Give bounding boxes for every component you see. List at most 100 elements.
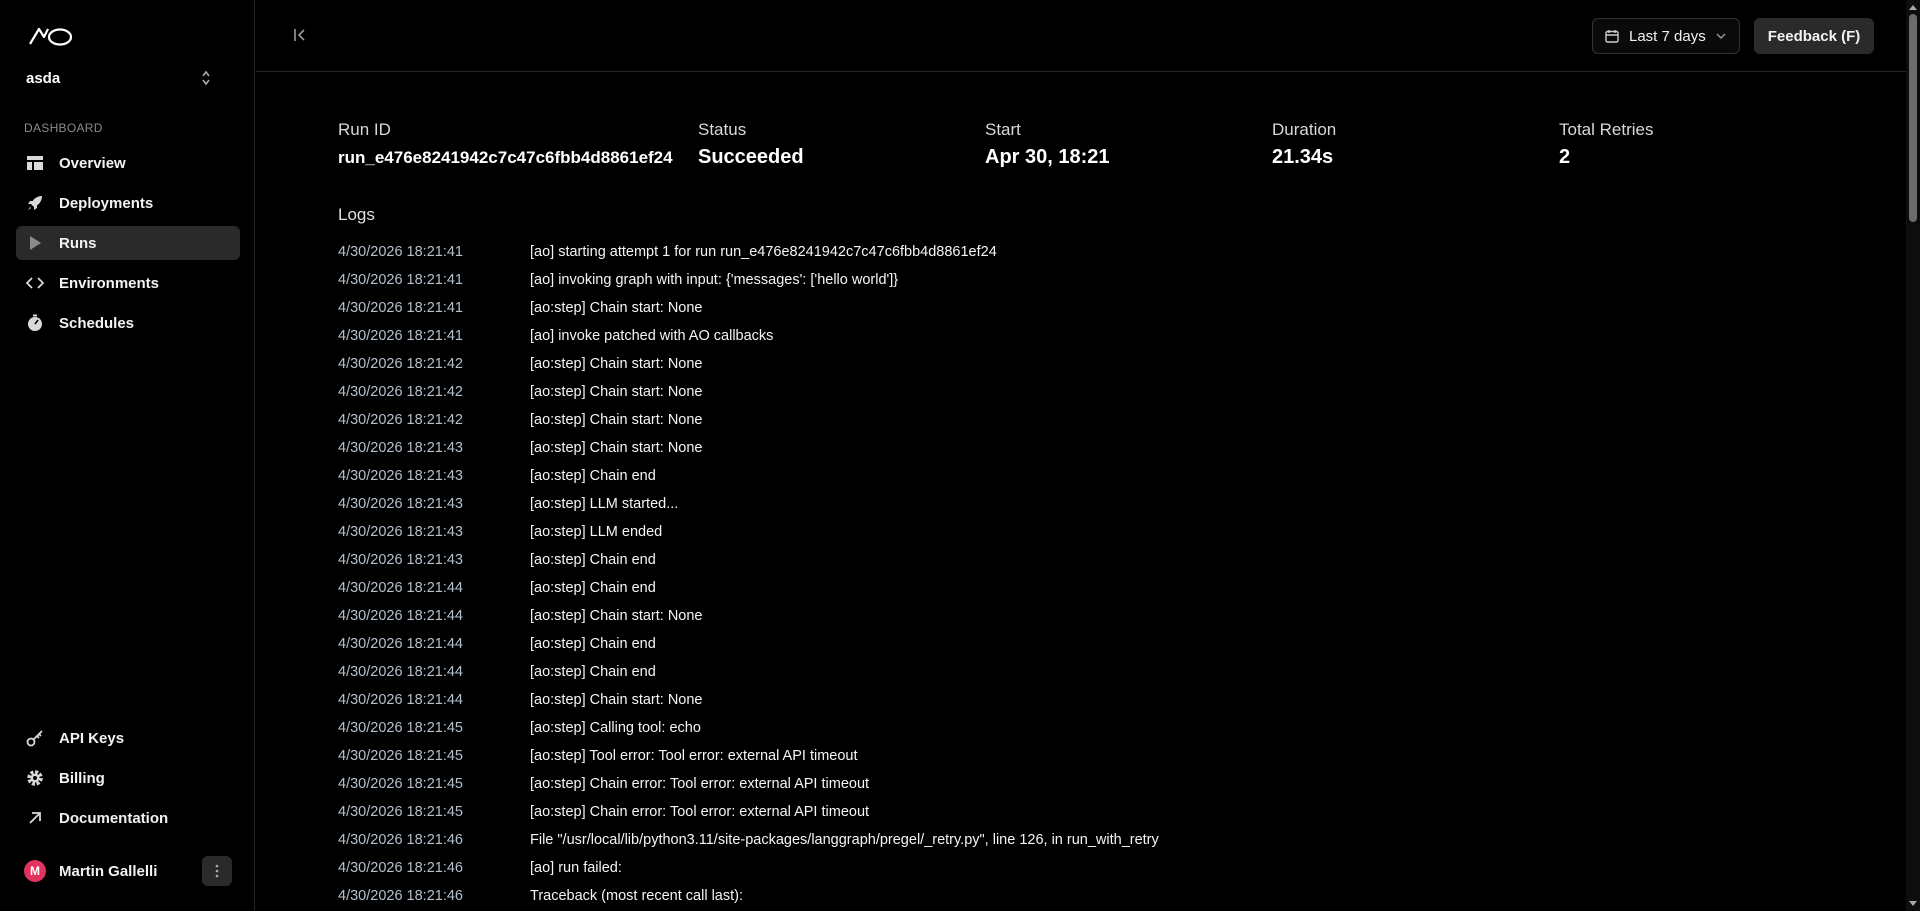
log-message: [ao:step] Chain start: None: [530, 692, 703, 708]
retries-label: Total Retries: [1559, 120, 1654, 139]
log-message: [ao:step] LLM ended: [530, 524, 663, 540]
log-timestamp: 4/30/2026 18:21:46: [338, 832, 463, 848]
log-timestamp: 4/30/2026 18:21:44: [338, 580, 463, 596]
sidebar-item-billing[interactable]: Billing: [16, 761, 240, 795]
log-row: 4/30/2026 18:21:46 [ao] run failed:: [338, 854, 1838, 882]
log-timestamp: 4/30/2026 18:21:41: [338, 272, 463, 288]
code-icon: [26, 274, 44, 292]
run-summary: Run ID run_e476e8241942c7c47c6fbb4d8861e…: [338, 120, 1898, 176]
log-list: 4/30/2026 18:21:41 [ao] starting attempt …: [338, 238, 1838, 910]
sidebar-item-deployments[interactable]: Deployments: [16, 186, 240, 220]
log-row: 4/30/2026 18:21:43 [ao:step] Chain end: [338, 546, 1838, 574]
sidebar-item-overview[interactable]: Overview: [16, 146, 240, 180]
status-value: Succeeded: [698, 146, 804, 168]
log-message: File "/usr/local/lib/python3.11/site-pac…: [530, 832, 1159, 848]
log-row: 4/30/2026 18:21:44 [ao:step] Chain end: [338, 574, 1838, 602]
log-message: [ao:step] Chain end: [530, 636, 656, 652]
log-message: [ao:step] Chain end: [530, 468, 656, 484]
sidebar-item-api-keys[interactable]: API Keys: [16, 721, 240, 755]
feedback-button[interactable]: Feedback (F): [1754, 18, 1874, 54]
sidebar-item-label: API Keys: [59, 729, 125, 747]
scroll-up-icon[interactable]: [1909, 5, 1917, 10]
log-timestamp: 4/30/2026 18:21:43: [338, 468, 463, 484]
log-message: [ao] invoke patched with AO callbacks: [530, 328, 774, 344]
user-menu[interactable]: M Martin Gallelli: [16, 855, 232, 887]
log-message: [ao:step] Chain start: None: [530, 384, 703, 400]
log-timestamp: 4/30/2026 18:21:42: [338, 384, 463, 400]
page-scrollbar[interactable]: [1906, 0, 1920, 911]
log-message: [ao:step] Tool error: Tool error: extern…: [530, 748, 858, 764]
log-timestamp: 4/30/2026 18:21:43: [338, 524, 463, 540]
log-row: 4/30/2026 18:21:45 [ao:step] Calling tool…: [338, 714, 1838, 742]
external-link-icon: [26, 809, 44, 827]
sidebar-item-runs[interactable]: Runs: [16, 226, 240, 260]
retries-stat: Total Retries 2: [1559, 120, 1653, 169]
stopwatch-icon: [26, 314, 44, 332]
log-timestamp: 4/30/2026 18:21:44: [338, 692, 463, 708]
log-row: 4/30/2026 18:21:45 [ao:step] Chain error:…: [338, 798, 1838, 826]
sidebar-item-label: Environments: [59, 274, 160, 292]
log-message: [ao:step] Chain error: Tool error: exter…: [530, 776, 870, 792]
ao-logo-icon[interactable]: [28, 26, 74, 46]
sidebar-item-label: Overview: [59, 154, 126, 172]
log-row: 4/30/2026 18:21:45 [ao:step] Chain error:…: [338, 770, 1838, 798]
status-stat: Status Succeeded: [698, 120, 804, 169]
run-id-stat: Run ID run_e476e8241942c7c47c6fbb4d8861e…: [338, 120, 673, 168]
sidebar-item-label: Runs: [59, 234, 97, 252]
sidebar-item-schedules[interactable]: Schedules: [16, 306, 240, 340]
top-header: Last 7 days Feedback (F): [256, 0, 1906, 72]
log-row: 4/30/2026 18:21:44 [ao:step] Chain end: [338, 630, 1838, 658]
workspace-name: asda: [26, 69, 61, 87]
log-timestamp: 4/30/2026 18:21:45: [338, 748, 463, 764]
duration-label: Duration: [1272, 120, 1337, 139]
log-message: [ao:step] Chain start: None: [530, 412, 703, 428]
log-row: 4/30/2026 18:21:43 [ao:step] Chain end: [338, 462, 1838, 490]
scroll-down-icon[interactable]: [1909, 901, 1917, 906]
duration-stat: Duration 21.34s: [1272, 120, 1336, 169]
date-range-picker[interactable]: Last 7 days: [1592, 18, 1740, 54]
key-icon: [26, 729, 44, 747]
workspace-switcher[interactable]: asda: [16, 62, 222, 94]
log-row: 4/30/2026 18:21:42 [ao:step] Chain start:…: [338, 406, 1838, 434]
log-timestamp: 4/30/2026 18:21:41: [338, 244, 463, 260]
log-timestamp: 4/30/2026 18:21:45: [338, 804, 463, 820]
sidebar-item-label: Documentation: [59, 809, 169, 827]
log-timestamp: 4/30/2026 18:21:44: [338, 608, 463, 624]
log-message: [ao] starting attempt 1 for run run_e476…: [530, 244, 997, 260]
sidebar-item-documentation[interactable]: Documentation: [16, 801, 240, 835]
sidebar-item-label: Schedules: [59, 314, 135, 332]
log-message: [ao] invoking graph with input: {'messag…: [530, 272, 899, 288]
more-options-button[interactable]: [202, 856, 232, 886]
log-timestamp: 4/30/2026 18:21:45: [338, 776, 463, 792]
log-row: 4/30/2026 18:21:43 [ao:step] Chain start:…: [338, 434, 1838, 462]
duration-value: 21.34s: [1272, 146, 1334, 168]
sidebar: asda DASHBOARD Overview Deployments Runs: [0, 0, 255, 911]
layout-icon: [26, 154, 44, 172]
start-stat: Start Apr 30, 18:21: [985, 120, 1110, 169]
log-timestamp: 4/30/2026 18:21:45: [338, 720, 463, 736]
log-timestamp: 4/30/2026 18:21:46: [338, 860, 463, 876]
log-message: [ao:step] Calling tool: echo: [530, 720, 701, 736]
log-message: [ao:step] Chain start: None: [530, 440, 703, 456]
log-message: [ao:step] Chain start: None: [530, 300, 703, 316]
log-message: Traceback (most recent call last):: [530, 888, 743, 904]
log-timestamp: 4/30/2026 18:21:46: [338, 888, 463, 904]
log-message: [ao:step] LLM started...: [530, 496, 679, 512]
run-id-label: Run ID: [338, 120, 391, 139]
date-range-label: Last 7 days: [1629, 27, 1706, 45]
scrollbar-thumb[interactable]: [1909, 14, 1917, 222]
log-message: [ao:step] Chain end: [530, 580, 656, 596]
more-vertical-icon: [215, 864, 219, 878]
user-name: Martin Gallelli: [59, 862, 158, 880]
collapse-sidebar-icon[interactable]: [292, 26, 310, 44]
log-row: 4/30/2026 18:21:44 [ao:step] Chain end: [338, 658, 1838, 686]
log-row: 4/30/2026 18:21:41 [ao] starting attempt …: [338, 238, 1838, 266]
log-timestamp: 4/30/2026 18:21:41: [338, 300, 463, 316]
section-label-dashboard: DASHBOARD: [24, 121, 103, 135]
start-value: Apr 30, 18:21: [985, 146, 1110, 168]
log-row: 4/30/2026 18:21:41 [ao:step] Chain start:…: [338, 294, 1838, 322]
sidebar-item-environments[interactable]: Environments: [16, 266, 240, 300]
log-row: 4/30/2026 18:21:44 [ao:step] Chain start:…: [338, 602, 1838, 630]
log-timestamp: 4/30/2026 18:21:42: [338, 412, 463, 428]
logs-title: Logs: [338, 205, 375, 224]
